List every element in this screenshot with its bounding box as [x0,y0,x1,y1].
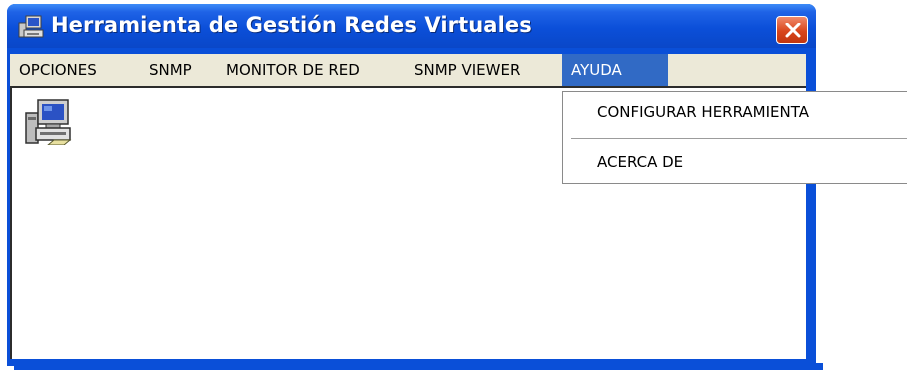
menu-snmp[interactable]: SNMP [140,54,201,86]
menu-item-configurar-herramienta[interactable]: CONFIGURAR HERRAMIENTA [597,103,809,121]
close-icon [785,23,801,38]
menu-opciones[interactable]: OPCIONES [10,54,106,86]
title-bar[interactable]: Herramienta de Gestión Redes Virtuales [7,4,816,48]
ayuda-dropdown-menu: CONFIGURAR HERRAMIENTA ACERCA DE [562,91,907,184]
network-computer-icon [18,15,44,39]
menu-bar: OPCIONES SNMP MONITOR DE RED SNMP VIEWER… [10,54,806,88]
network-computer-icon[interactable] [24,99,72,146]
menu-item-acerca-de[interactable]: ACERCA DE [597,153,683,171]
menu-ayuda[interactable]: AYUDA [562,54,668,86]
menu-snmp-viewer[interactable]: SNMP VIEWER [405,54,529,86]
menu-separator [571,138,907,139]
menu-monitor-de-red[interactable]: MONITOR DE RED [217,54,369,86]
close-button[interactable] [776,16,808,44]
window-title: Herramienta de Gestión Redes Virtuales [51,13,532,37]
